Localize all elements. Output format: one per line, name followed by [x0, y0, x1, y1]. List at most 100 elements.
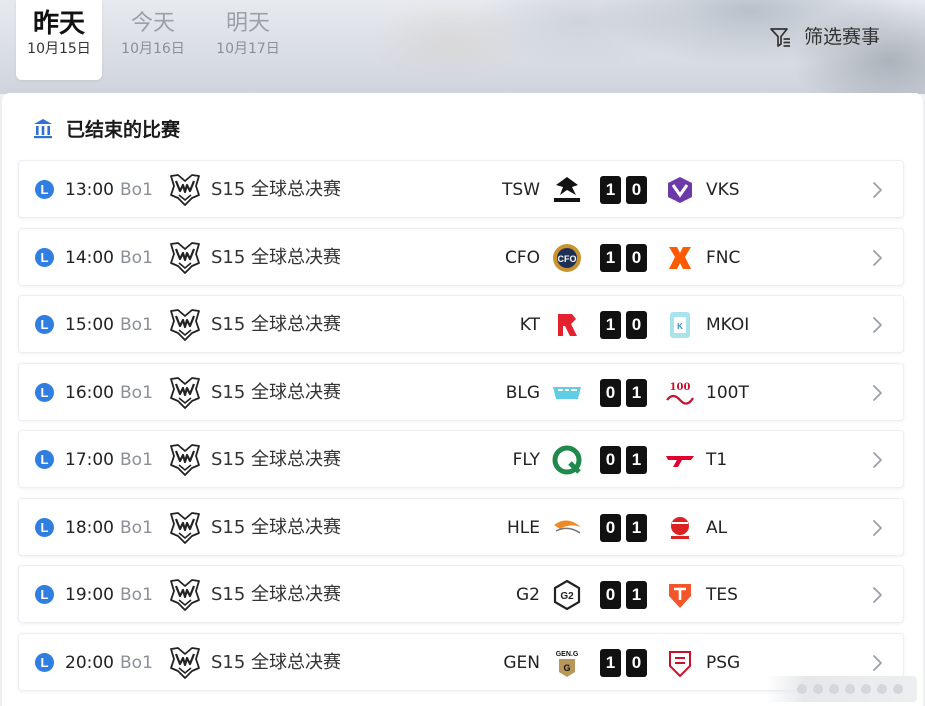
date-tab-day: 明天 [225, 11, 270, 36]
team-a-name: HLE [507, 518, 540, 538]
vks-logo-icon [663, 173, 697, 207]
fnc-logo-icon [663, 241, 697, 275]
stats-building-icon [34, 119, 52, 139]
team-b-name: T1 [706, 450, 728, 470]
event-name: S15 全球总决赛 [211, 449, 342, 470]
match-row[interactable]: L 15:00 Bo1 S15 全球总决赛 KT 1 0 K MKOI [18, 295, 904, 353]
team-b-score: 0 [626, 649, 647, 677]
event-name: S15 全球总决赛 [211, 382, 342, 403]
lol-game-icon: L [35, 585, 54, 604]
team-a-score: 1 [600, 244, 621, 272]
team-b-name: TES [706, 585, 738, 605]
team-a-name: CFO [504, 248, 540, 268]
match-row[interactable]: L 17:00 Bo1 S15 全球总决赛 FLY 0 1 T1 [18, 430, 904, 488]
lol-game-icon: L [35, 180, 54, 199]
hle-logo-icon [550, 511, 584, 545]
date-tab-today[interactable]: 今天 10月16日 [110, 0, 196, 80]
g2-logo-icon: G2 [550, 578, 584, 612]
match-row[interactable]: L 13:00 Bo1 S15 全球总决赛 TSW 1 0 VKS [18, 160, 904, 218]
svg-text:CFO: CFO [558, 254, 577, 264]
match-time: 16:00 [65, 383, 114, 403]
lol-game-icon: L [35, 518, 54, 537]
lol-game-icon: L [35, 450, 54, 469]
date-tab-tomorrow[interactable]: 明天 10月17日 [205, 0, 291, 80]
fly-logo-icon [550, 443, 584, 477]
team-b-score: 1 [626, 581, 647, 609]
event-name: S15 全球总决赛 [211, 179, 342, 200]
match-time: 18:00 [65, 518, 114, 538]
team-b-name: FNC [706, 248, 741, 268]
match-format: Bo1 [120, 450, 153, 470]
lol-game-icon: L [35, 383, 54, 402]
match-format: Bo1 [120, 518, 153, 538]
worlds-trophy-icon [170, 444, 200, 476]
match-format: Bo1 [120, 585, 153, 605]
chevron-right-icon [873, 385, 882, 401]
team-a-score: 0 [600, 581, 621, 609]
team-a-score: 0 [600, 514, 621, 542]
team-b-score: 1 [626, 514, 647, 542]
chevron-right-icon [873, 317, 882, 333]
event-name: S15 全球总决赛 [211, 517, 342, 538]
match-row[interactable]: L 16:00 Bo1 S15 全球总决赛 BLG 0 1 100 100T [18, 363, 904, 421]
date-tab-day: 今天 [130, 11, 175, 36]
kt-logo-icon [550, 308, 584, 342]
lol-game-icon: L [35, 315, 54, 334]
team-a-name: FLY [512, 450, 540, 470]
team-a-score: 1 [600, 176, 621, 204]
section-title: 已结束的比赛 [66, 118, 181, 141]
date-header: 昨天 10月15日 今天 10月16日 明天 10月17日 筛选赛事 [0, 0, 925, 94]
svg-text:GEN.G: GEN.G [556, 651, 579, 658]
team-a-score: 1 [600, 649, 621, 677]
filter-icon [770, 28, 790, 47]
section-header: 已结束的比赛 [32, 115, 180, 141]
match-time: 15:00 [65, 315, 114, 335]
match-row[interactable]: L 18:00 Bo1 S15 全球总决赛 HLE 0 1 AL [18, 498, 904, 556]
match-time: 14:00 [65, 248, 114, 268]
match-format: Bo1 [120, 315, 153, 335]
chevron-right-icon [873, 520, 882, 536]
date-tab-date: 10月16日 [121, 41, 185, 57]
svg-text:K: K [677, 322, 683, 331]
event-name: S15 全球总决赛 [211, 584, 342, 605]
finished-matches-panel: 已结束的比赛 L 13:00 Bo1 S15 全球总决赛 TSW 1 0 VKS… [2, 93, 923, 706]
chevron-right-icon [873, 250, 882, 266]
match-time: 20:00 [65, 653, 114, 673]
team-a-score: 1 [600, 311, 621, 339]
match-format: Bo1 [120, 248, 153, 268]
team-a-name: TSW [502, 180, 540, 200]
cfo-logo-icon: CFO [550, 241, 584, 275]
team-a-score: 0 [600, 446, 621, 474]
filter-label: 筛选赛事 [804, 26, 881, 48]
tsw-logo-icon [550, 173, 584, 207]
team-b-score: 0 [626, 244, 647, 272]
team-b-score: 1 [626, 379, 647, 407]
date-tab-yesterday[interactable]: 昨天 10月15日 [16, 0, 102, 80]
svg-text:100: 100 [670, 382, 691, 393]
svg-text:G2: G2 [560, 591, 574, 602]
team-a-name: BLG [505, 383, 540, 403]
100t-logo-icon: 100 [663, 376, 697, 410]
match-time: 19:00 [65, 585, 114, 605]
filter-events-button[interactable]: 筛选赛事 [768, 24, 880, 50]
match-format: Bo1 [120, 383, 153, 403]
event-name: S15 全球总决赛 [211, 652, 342, 673]
team-b-score: 0 [626, 311, 647, 339]
blg-logo-icon [550, 376, 584, 410]
worlds-trophy-icon [170, 242, 200, 274]
team-b-name: PSG [706, 653, 741, 673]
svg-text:G: G [563, 663, 570, 673]
match-row[interactable]: L 19:00 Bo1 S15 全球总决赛 G2 G2 0 1 TES [18, 565, 904, 623]
worlds-trophy-icon [170, 174, 200, 206]
t1-logo-icon [663, 443, 697, 477]
chevron-right-icon [873, 182, 882, 198]
match-time: 17:00 [65, 450, 114, 470]
match-time: 13:00 [65, 180, 114, 200]
al-logo-icon [663, 511, 697, 545]
team-b-score: 0 [626, 176, 647, 204]
team-a-score: 0 [600, 379, 621, 407]
team-a-name: GEN [503, 653, 540, 673]
worlds-trophy-icon [170, 647, 200, 679]
team-a-name: KT [519, 315, 540, 335]
match-row[interactable]: L 14:00 Bo1 S15 全球总决赛 CFO CFO 1 0 FNC [18, 228, 904, 286]
